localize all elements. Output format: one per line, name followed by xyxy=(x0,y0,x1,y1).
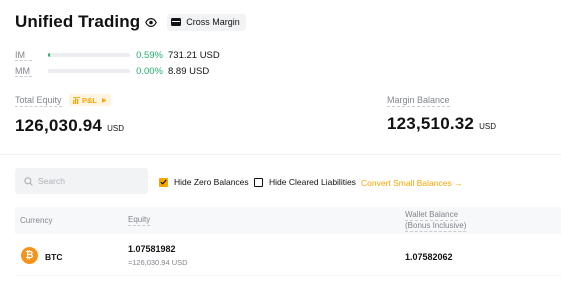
total-equity-amount: 126,030.94 xyxy=(15,116,103,135)
hide-cleared-liabilities-checkbox[interactable]: Hide Cleared Liabilities xyxy=(254,177,356,187)
im-label[interactable]: IM xyxy=(15,50,32,61)
margin-mode-label: Cross Margin xyxy=(186,17,240,27)
checkbox-checked-icon[interactable] xyxy=(159,177,168,187)
hide-cleared-liabilities-label: Hide Cleared Liabilities xyxy=(269,177,356,187)
margin-balance-amount: 123,510.32 xyxy=(387,114,475,133)
total-equity-unit: USD xyxy=(107,124,124,133)
hide-zero-balances-label: Hide Zero Balances xyxy=(174,177,249,187)
margin-balance-label[interactable]: Margin Balance xyxy=(387,95,450,107)
mm-percent: 0.00% xyxy=(136,65,163,77)
bitcoin-icon: ₿ xyxy=(21,247,38,264)
column-wallet-balance-sub[interactable]: (Bonus Inclusive) xyxy=(405,221,467,232)
mm-value: 8.89 USD xyxy=(168,65,210,77)
column-equity[interactable]: Equity xyxy=(128,215,151,226)
pnl-button[interactable]: P&L ▶ xyxy=(69,94,111,106)
wallet-balance-cell: 1.07582062 xyxy=(405,252,453,262)
search-icon xyxy=(24,176,33,186)
pnl-label: P&L xyxy=(82,95,97,105)
currency-cell: BTC xyxy=(45,252,63,262)
table-header: Currency Equity Wallet Balance (Bonus In… xyxy=(15,207,561,234)
card-icon xyxy=(171,18,182,26)
checkbox-unchecked-icon[interactable] xyxy=(254,177,263,187)
column-wallet-balance[interactable]: Wallet Balance xyxy=(405,210,459,221)
mm-progress-bar xyxy=(48,69,130,73)
equity-usd-cell: ≈126,030.94 USD xyxy=(128,258,188,267)
margin-balance-value: 123,510.32 USD xyxy=(387,114,496,134)
im-ratio-row: IM 0.59% 731.21 USD xyxy=(15,49,220,61)
eye-icon[interactable] xyxy=(145,17,158,27)
hide-zero-balances-checkbox[interactable]: Hide Zero Balances xyxy=(159,177,249,187)
im-progress-bar xyxy=(48,53,130,57)
margin-balance-unit: USD xyxy=(479,122,496,131)
total-equity-value: 126,030.94 USD xyxy=(15,116,124,136)
page-header: Unified Trading Cross Margin xyxy=(15,12,246,32)
im-value: 731.21 USD xyxy=(168,49,220,61)
chart-icon xyxy=(73,96,80,104)
caret-right-icon: ▶ xyxy=(102,97,107,104)
mm-label[interactable]: MM xyxy=(15,66,32,77)
cross-margin-badge[interactable]: Cross Margin xyxy=(167,13,246,31)
page-title: Unified Trading xyxy=(15,12,141,31)
table-row[interactable]: ₿ BTC 1.07581982 ≈126,030.94 USD 1.07582… xyxy=(15,238,561,276)
im-percent: 0.59% xyxy=(136,49,163,61)
search-placeholder: Search xyxy=(38,176,65,186)
search-input[interactable]: Search xyxy=(15,168,148,194)
column-currency: Currency xyxy=(20,216,53,225)
im-progress-fill xyxy=(48,53,50,57)
equity-cell: 1.07581982 xyxy=(128,244,176,254)
section-divider xyxy=(0,154,561,155)
total-equity-label[interactable]: Total Equity xyxy=(15,95,62,107)
mm-ratio-row: MM 0.00% 8.89 USD xyxy=(15,65,209,77)
convert-small-balances-link[interactable]: Convert Small Balances → xyxy=(361,178,463,188)
